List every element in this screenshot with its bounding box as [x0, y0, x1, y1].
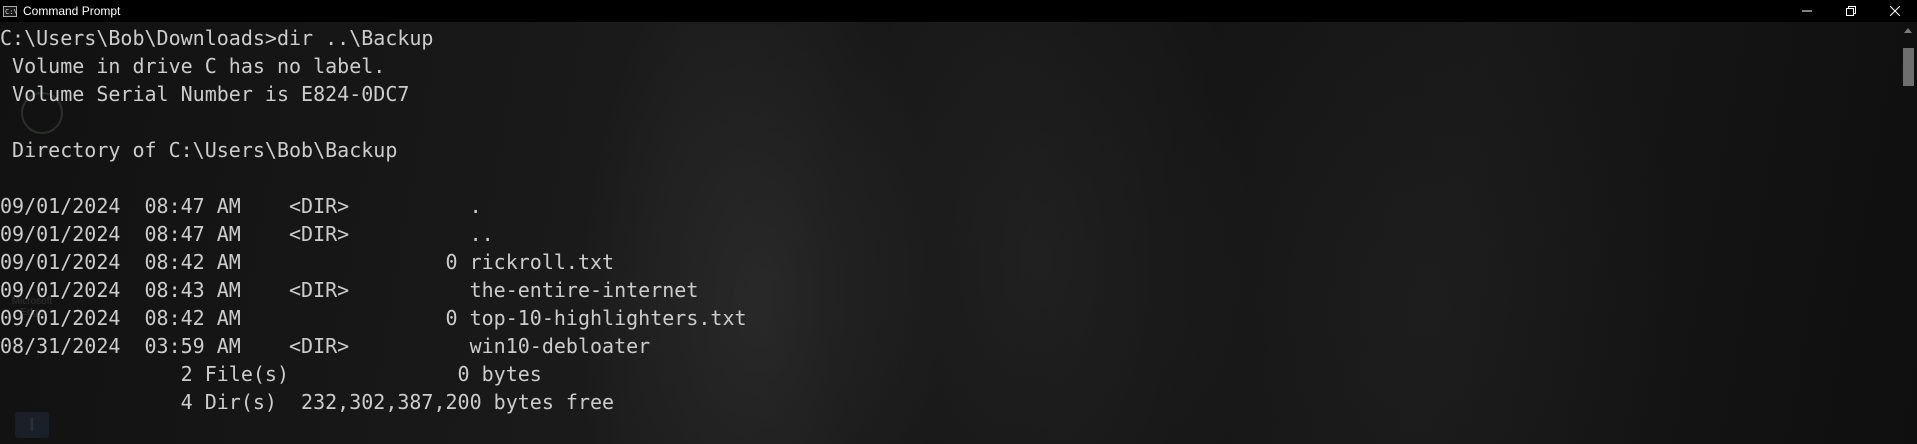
console-line-volume-label: Volume in drive C has no label.: [0, 54, 386, 78]
dirs-summary: 4 Dir(s) 232,302,387,200 bytes free: [0, 390, 615, 414]
console-line-directory-of: Directory of C:\Users\Bob\Backup: [0, 138, 398, 162]
minimize-button[interactable]: [1785, 0, 1829, 22]
close-icon: [1890, 6, 1900, 16]
window-title: Command Prompt: [23, 4, 121, 18]
command-prompt-window: Microsoft Edge l C:\ Command Prompt C:\U…: [0, 0, 1917, 444]
dir-entry: 09/01/2024 08:42 AM 0 rickroll.txt: [0, 250, 615, 274]
window-controls: [1785, 0, 1917, 22]
console-line-prompt: C:\Users\Bob\Downloads>dir ..\Backup: [0, 26, 434, 50]
console-line-serial: Volume Serial Number is E824-0DC7: [0, 82, 410, 106]
restore-icon: [1846, 6, 1856, 16]
cmd-icon: C:\: [3, 5, 18, 17]
scroll-up-arrow-icon[interactable]: [1904, 28, 1912, 33]
title-bar[interactable]: C:\ Command Prompt: [0, 0, 1917, 22]
restore-button[interactable]: [1829, 0, 1873, 22]
dir-entry: 08/31/2024 03:59 AM <DIR> win10-debloate…: [0, 334, 651, 358]
dir-entry: 09/01/2024 08:43 AM <DIR> the-entire-int…: [0, 278, 699, 302]
scrollbar-thumb[interactable]: [1903, 48, 1914, 86]
dir-entry: 09/01/2024 08:47 AM <DIR> ..: [0, 222, 494, 246]
files-summary: 2 File(s) 0 bytes: [0, 362, 542, 386]
dir-entry: 09/01/2024 08:47 AM <DIR> .: [0, 194, 482, 218]
minimize-icon: [1802, 10, 1812, 12]
close-button[interactable]: [1873, 0, 1917, 22]
vertical-scrollbar[interactable]: [1900, 22, 1917, 444]
dir-entry: 09/01/2024 08:42 AM 0 top-10-highlighter…: [0, 306, 747, 330]
console-output[interactable]: C:\Users\Bob\Downloads>dir ..\Backup Vol…: [0, 24, 1900, 444]
